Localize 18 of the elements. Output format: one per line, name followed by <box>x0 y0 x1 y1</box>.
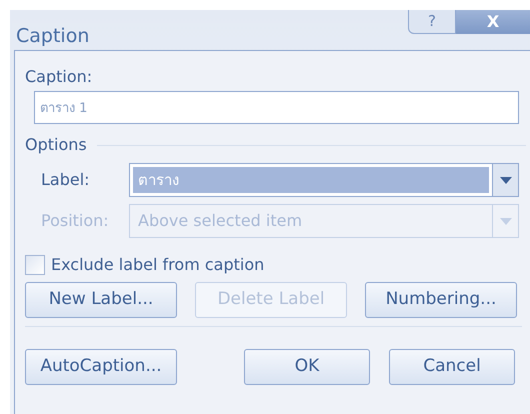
window-title: Caption <box>16 24 90 49</box>
dialog-button[interactable]: Cancel <box>389 349 515 385</box>
dialog-button[interactable]: Numbering... <box>365 282 517 318</box>
checkbox-label: Exclude label from caption <box>51 254 264 276</box>
checkbox[interactable] <box>25 255 45 275</box>
options-heading: Options <box>25 134 87 156</box>
dialog-button[interactable]: New Label... <box>25 282 177 318</box>
dialog-button[interactable]: AutoCaption... <box>25 349 177 385</box>
field-label: Label: <box>41 169 91 191</box>
close-button[interactable]: X <box>456 10 530 34</box>
dropdown[interactable]: ตาราง <box>129 163 519 197</box>
caption-label: Caption: <box>25 66 94 87</box>
caption-field[interactable]: ตาราง 1 <box>34 91 519 124</box>
dropdown-value: Above selected item <box>137 210 304 232</box>
help-button[interactable]: ? <box>408 10 456 34</box>
dropdown-value: ตาราง <box>133 167 489 193</box>
dialog-button[interactable]: OK <box>244 349 370 385</box>
field-label: Position: <box>41 210 110 232</box>
